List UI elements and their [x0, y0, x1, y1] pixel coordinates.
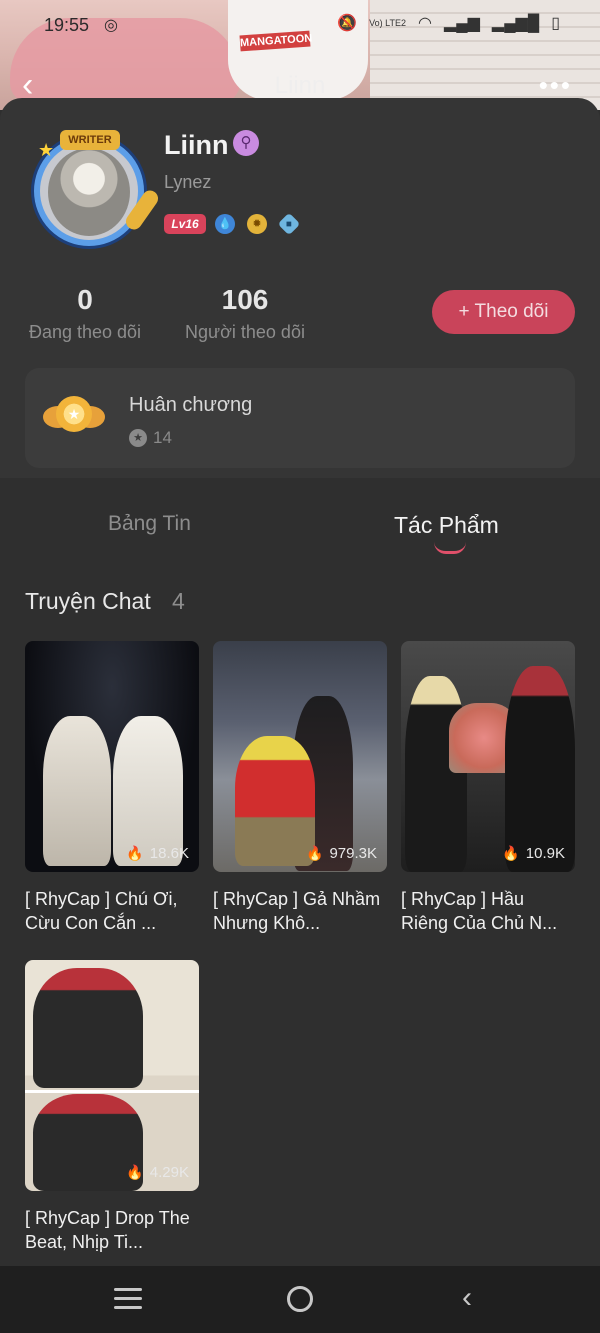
work-title: [ RhyCap ] Chú Ơi, Cừu Con Cắn ... [25, 889, 178, 933]
medals-title: Huân chương [129, 394, 253, 416]
home-button[interactable] [287, 1286, 313, 1312]
view-count: 🔥 10.9K [502, 845, 565, 862]
fire-icon: 🔥 [126, 1164, 144, 1180]
verified-icon: ⚲ [233, 130, 259, 156]
avatar-photo [48, 148, 130, 236]
fire-icon: 🔥 [126, 845, 144, 861]
star-icon: ★ [38, 140, 55, 160]
signal-icon: ▂▄▆ [443, 15, 480, 32]
work-cover: 🔥 10.9K [401, 641, 575, 872]
following-count: 0 [77, 284, 93, 315]
system-back-button[interactable]: ‹ [462, 1281, 472, 1315]
instagram-icon: ◎ [104, 17, 118, 34]
avatar[interactable]: WRITER ★ [28, 130, 162, 252]
status-bar: 19:55 ◎ 🔕 Vo) LTE2 ◠ ▂▄▆ ▂▄▆█ ▯ [0, 0, 600, 50]
sun-badge-icon: ✹ [247, 214, 267, 234]
follow-button[interactable]: + Theo dõi [432, 290, 575, 334]
header-title: Liinn [274, 72, 326, 99]
profile-handle: Lynez [164, 172, 212, 192]
wifi-icon: ◠ [417, 15, 432, 32]
medals-count-row: ★ 14 [129, 428, 172, 448]
followers-label: Người theo dõi [185, 322, 305, 342]
network-label: Vo) LTE2 [369, 18, 406, 28]
followers-stat[interactable]: 106 Người theo dõi [180, 284, 310, 343]
work-title: [ RhyCap ] Drop The Beat, Nhịp Ti... [25, 1208, 190, 1252]
work-item[interactable]: 🔥 10.9K [ RhyCap ] Hầu Riêng Của Chủ N... [401, 641, 575, 935]
work-cover: 🔥 18.6K [25, 641, 199, 872]
more-options-button[interactable]: ••• [539, 70, 572, 101]
section-title: Truyện Chat [25, 588, 151, 614]
work-title: [ RhyCap ] Hầu Riêng Của Chủ N... [401, 889, 558, 933]
medal-icon: ★ [43, 394, 105, 444]
medal-small-icon: ★ [129, 429, 147, 447]
work-cover: 🔥 4.29K [25, 960, 199, 1191]
level-badge: Lv16 [164, 214, 206, 234]
following-stat[interactable]: 0 Đang theo dõi [25, 284, 145, 343]
section-count: 4 [172, 588, 185, 614]
tab-works[interactable]: Tác Phẩm [394, 512, 499, 539]
profile-name: Liinn [164, 130, 229, 160]
fire-icon: 🔥 [306, 845, 324, 861]
view-count: 🔥 18.6K [126, 845, 189, 862]
signal-icon-2: ▂▄▆█ [491, 15, 540, 32]
system-nav-bar: ‹ [0, 1266, 600, 1333]
work-cover: 🔥 979.3K [213, 641, 387, 872]
water-badge-icon: 💧 [215, 214, 235, 234]
work-item[interactable]: 🔥 4.29K [ RhyCap ] Drop The Beat, Nhịp Ti… [25, 960, 199, 1254]
followers-count: 106 [221, 284, 269, 315]
status-time: 19:55 [44, 15, 90, 35]
medals-count: 14 [153, 428, 172, 447]
fire-icon: 🔥 [502, 845, 520, 861]
medals-panel[interactable]: ★ Huân chương ★ 14 [25, 368, 575, 468]
view-count: 🔥 979.3K [306, 845, 377, 862]
work-item[interactable]: 🔥 18.6K [ RhyCap ] Chú Ơi, Cừu Con Cắn ..… [25, 641, 199, 935]
recent-apps-button[interactable] [114, 1288, 142, 1310]
status-icons: 🔕 Vo) LTE2 ◠ ▂▄▆ ▂▄▆█ ▯ [337, 13, 560, 33]
battery-icon: ▯ [551, 15, 560, 32]
writer-badge: WRITER [60, 130, 120, 150]
following-label: Đang theo dõi [28, 322, 142, 342]
view-count: 🔥 4.29K [126, 1164, 189, 1181]
active-tab-indicator [434, 542, 466, 554]
tab-feed[interactable]: Bảng Tin [108, 512, 191, 536]
work-item[interactable]: 🔥 979.3K [ RhyCap ] Gả Nhầm Nhưng Khô... [213, 641, 387, 935]
work-title: [ RhyCap ] Gả Nhầm Nhưng Khô... [213, 889, 381, 933]
mute-icon: 🔕 [337, 15, 358, 32]
